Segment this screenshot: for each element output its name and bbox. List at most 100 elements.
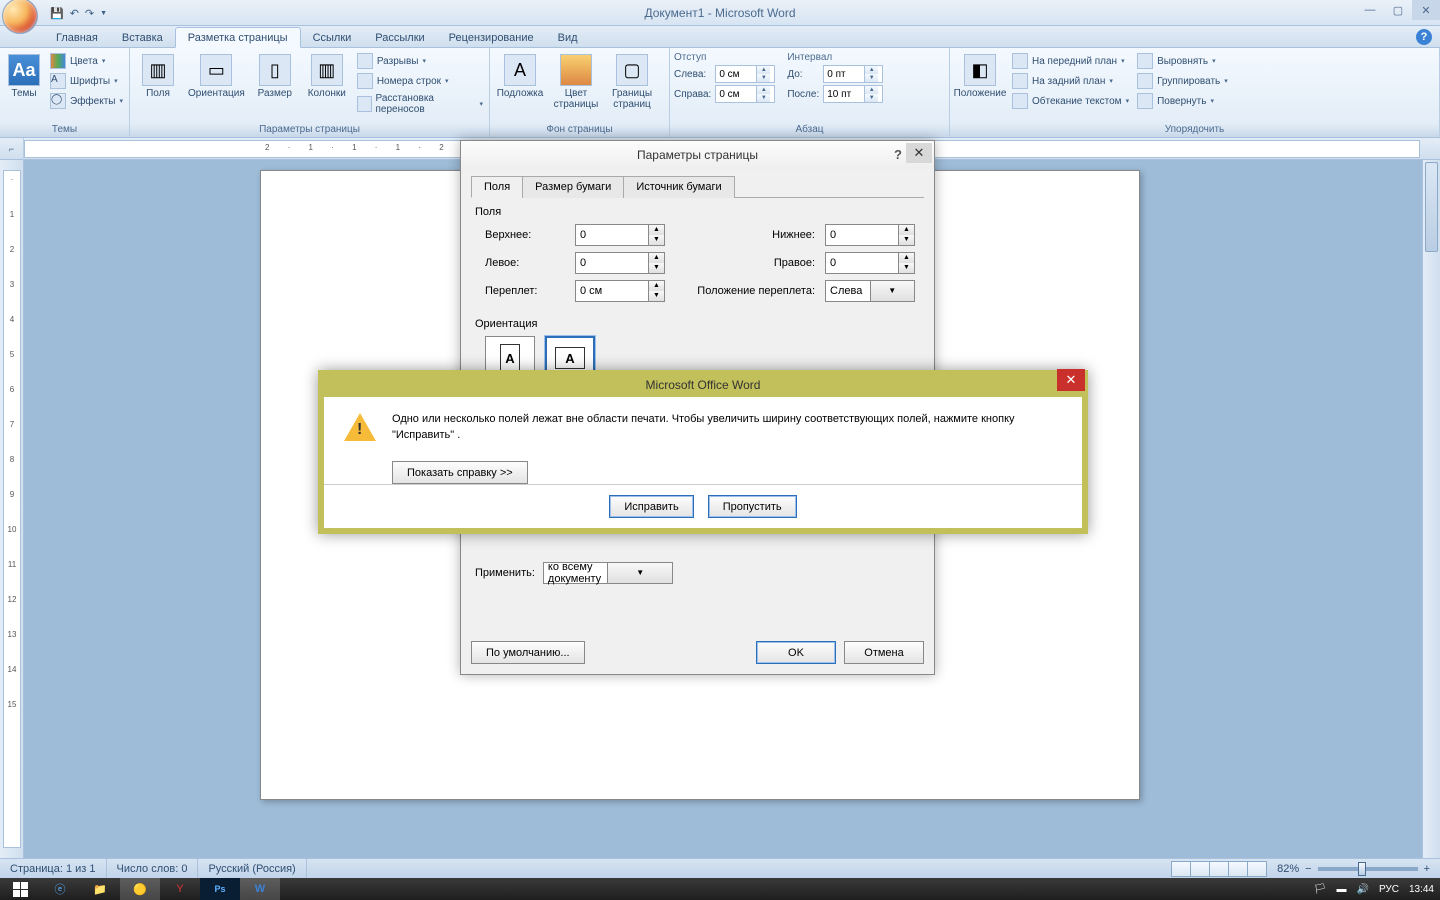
help-icon[interactable]: ? xyxy=(1416,29,1432,45)
margins-icon: ▥ xyxy=(142,54,174,86)
size-button[interactable]: ▯Размер xyxy=(251,52,299,101)
bring-front-icon xyxy=(1012,53,1028,69)
themes-button[interactable]: Aa Темы xyxy=(4,52,44,101)
close-button[interactable]: ✕ xyxy=(1412,0,1440,20)
position-button[interactable]: ◧Положение xyxy=(954,52,1006,101)
apply-to-combo[interactable]: ко всему документу▼ xyxy=(543,562,673,584)
orientation-section-label: Ориентация xyxy=(475,318,920,330)
theme-fonts-button[interactable]: AШрифты▾ xyxy=(48,72,125,90)
orientation-icon: ▭ xyxy=(200,54,232,86)
zoom-out-button[interactable]: − xyxy=(1305,863,1311,875)
vertical-scrollbar[interactable] xyxy=(1422,160,1440,858)
tab-home[interactable]: Главная xyxy=(44,28,110,47)
dialog-title: Параметры страницы xyxy=(637,148,758,162)
columns-button[interactable]: ▥Колонки xyxy=(303,52,351,101)
cancel-button[interactable]: Отмена xyxy=(844,641,924,664)
page-color-button[interactable]: Цвет страницы xyxy=(550,52,602,112)
hyphenation-button[interactable]: Расстановка переносов▾ xyxy=(355,92,485,116)
taskbar-chrome[interactable]: 🟡 xyxy=(120,878,160,900)
tab-review[interactable]: Рецензирование xyxy=(437,28,546,47)
line-numbers-button[interactable]: Номера строк▾ xyxy=(355,72,485,90)
maximize-button[interactable]: ▢ xyxy=(1384,0,1412,20)
dialog-tab-paper[interactable]: Размер бумаги xyxy=(522,176,624,198)
group-button[interactable]: Группировать▾ xyxy=(1135,72,1230,90)
gutter-spinner[interactable]: ▲▼ xyxy=(575,280,665,302)
colors-icon xyxy=(50,53,66,69)
margin-right-spinner[interactable]: ▲▼ xyxy=(825,252,915,274)
zoom-slider[interactable] xyxy=(1318,867,1418,871)
tab-references[interactable]: Ссылки xyxy=(301,28,364,47)
default-button[interactable]: По умолчанию... xyxy=(471,641,585,664)
chevron-down-icon: ▼ xyxy=(607,563,672,583)
minimize-button[interactable]: — xyxy=(1356,0,1384,20)
rotate-button[interactable]: Повернуть▾ xyxy=(1135,92,1230,110)
start-button[interactable] xyxy=(0,878,40,900)
zoom-level[interactable]: 82% xyxy=(1277,863,1299,875)
spacing-after-spinner[interactable]: ▲▼ xyxy=(823,85,883,103)
show-help-button[interactable]: Показать справку >> xyxy=(392,461,528,484)
taskbar-yandex[interactable]: Y xyxy=(160,878,200,900)
margin-bottom-spinner[interactable]: ▲▼ xyxy=(825,224,915,246)
dialog-tab-source[interactable]: Источник бумаги xyxy=(623,176,734,198)
bring-front-button[interactable]: На передний план▾ xyxy=(1010,52,1131,70)
taskbar-explorer[interactable]: 📁 xyxy=(80,878,120,900)
indent-left-label: Слева: xyxy=(674,69,711,80)
breaks-button[interactable]: Разрывы▾ xyxy=(355,52,485,70)
status-page[interactable]: Страница: 1 из 1 xyxy=(0,859,107,878)
skip-button[interactable]: Пропустить xyxy=(708,495,797,518)
indent-header: Отступ xyxy=(674,52,775,63)
tray-language[interactable]: РУС xyxy=(1379,884,1399,895)
dialog-close-button[interactable]: ✕ xyxy=(906,143,932,163)
redo-icon[interactable]: ↷ xyxy=(85,7,94,20)
tray-network-icon[interactable]: ▬ xyxy=(1336,884,1346,895)
status-language[interactable]: Русский (Россия) xyxy=(198,859,306,878)
indent-right-spinner[interactable]: ▲▼ xyxy=(715,85,775,103)
view-outline[interactable] xyxy=(1228,861,1248,877)
scrollbar-thumb[interactable] xyxy=(1425,162,1438,252)
tray-clock[interactable]: 13:44 xyxy=(1409,884,1434,895)
ok-button[interactable]: OK xyxy=(756,641,836,664)
taskbar-photoshop[interactable]: Ps xyxy=(200,878,240,900)
view-web-layout[interactable] xyxy=(1209,861,1229,877)
margin-left-spinner[interactable]: ▲▼ xyxy=(575,252,665,274)
margin-top-spinner[interactable]: ▲▼ xyxy=(575,224,665,246)
view-draft[interactable] xyxy=(1247,861,1267,877)
undo-icon[interactable]: ↶ xyxy=(70,7,79,20)
zoom-in-button[interactable]: + xyxy=(1424,863,1430,875)
ruler-corner[interactable]: ⌐ xyxy=(0,138,24,160)
view-full-screen[interactable] xyxy=(1190,861,1210,877)
tray-volume-icon[interactable]: 🔊 xyxy=(1356,884,1368,895)
alert-title-bar[interactable]: Microsoft Office Word ✕ xyxy=(321,373,1085,397)
group-icon xyxy=(1137,73,1153,89)
dialog-title-bar[interactable]: Параметры страницы ? ✕ xyxy=(461,141,934,169)
save-icon[interactable]: 💾 xyxy=(50,7,64,20)
align-button[interactable]: Выровнять▾ xyxy=(1135,52,1230,70)
tab-page-layout[interactable]: Разметка страницы xyxy=(175,27,301,48)
vertical-ruler[interactable]: ·123456789101112131415 xyxy=(0,160,24,858)
theme-colors-button[interactable]: Цвета▾ xyxy=(48,52,125,70)
watermark-button[interactable]: AПодложка xyxy=(494,52,546,101)
theme-effects-button[interactable]: ◯Эффекты▾ xyxy=(48,92,125,110)
dialog-help-button[interactable]: ? xyxy=(894,147,902,162)
tab-view[interactable]: Вид xyxy=(546,28,590,47)
dialog-tab-margins[interactable]: Поля xyxy=(471,176,523,198)
qat-dropdown-icon[interactable]: ▼ xyxy=(100,10,107,17)
taskbar-word[interactable]: W xyxy=(240,878,280,900)
orientation-button[interactable]: ▭Ориентация xyxy=(186,52,247,101)
taskbar-ie[interactable]: ⓔ xyxy=(40,878,80,900)
fix-button[interactable]: Исправить xyxy=(609,495,693,518)
text-wrap-button[interactable]: Обтекание текстом▾ xyxy=(1010,92,1131,110)
spacing-before-spinner[interactable]: ▲▼ xyxy=(823,65,883,83)
title-bar: 💾 ↶ ↷ ▼ Документ1 - Microsoft Word — ▢ ✕ xyxy=(0,0,1440,26)
send-back-button[interactable]: На задний план▾ xyxy=(1010,72,1131,90)
tab-mailings[interactable]: Рассылки xyxy=(363,28,436,47)
status-word-count[interactable]: Число слов: 0 xyxy=(107,859,199,878)
alert-close-button[interactable]: ✕ xyxy=(1057,369,1085,391)
tab-insert[interactable]: Вставка xyxy=(110,28,175,47)
indent-left-spinner[interactable]: ▲▼ xyxy=(715,65,775,83)
margins-button[interactable]: ▥Поля xyxy=(134,52,182,101)
gutter-position-combo[interactable]: Слева▼ xyxy=(825,280,915,302)
tray-flag-icon[interactable]: 🏳 xyxy=(1314,884,1327,895)
view-print-layout[interactable] xyxy=(1171,861,1191,877)
page-borders-button[interactable]: ▢Границы страниц xyxy=(606,52,658,112)
